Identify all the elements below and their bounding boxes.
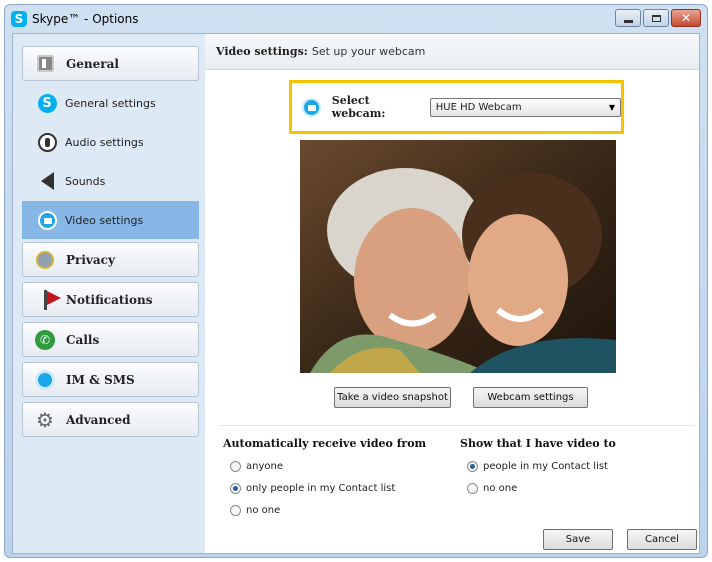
webcam-preview: [300, 140, 616, 373]
sidebar-item-label: Sounds: [65, 174, 106, 188]
radio-selected-icon: [467, 461, 478, 472]
show-video-title: Show that I have video to: [460, 437, 616, 450]
sidebar-category-label: IM & SMS: [66, 372, 135, 387]
video-icon: [37, 210, 57, 230]
caption-buttons: ✕: [615, 9, 701, 27]
sidebar-item-label: Video settings: [65, 213, 144, 227]
phone-icon: ✆: [35, 329, 55, 350]
chat-icon: [35, 369, 55, 390]
sidebar-category-notifications[interactable]: Notifications: [22, 282, 199, 317]
sidebar-category-im-sms[interactable]: IM & SMS: [22, 362, 199, 397]
radio-label: people in my Contact list: [483, 461, 608, 472]
radio-icon: [467, 483, 478, 494]
radio-icon: [230, 461, 241, 472]
sidebar-item-label: Audio settings: [65, 135, 144, 149]
webcam-settings-button[interactable]: Webcam settings: [473, 387, 588, 408]
radio-icon: [230, 505, 241, 516]
privacy-icon: [36, 250, 54, 269]
general-icon: [36, 55, 54, 72]
dialog-footer: Save Cancel: [205, 526, 699, 553]
sidebar-category-label: Notifications: [66, 292, 153, 307]
webcam-dropdown[interactable]: HUE HD Webcam ▼: [429, 97, 621, 117]
sidebar-category-label: Calls: [66, 332, 100, 347]
radio-label: no one: [246, 505, 281, 516]
sidebar-category-advanced[interactable]: ⚙ Advanced: [22, 402, 199, 437]
sidebar-category-general[interactable]: General: [22, 46, 199, 81]
receive-anyone-radio[interactable]: anyone: [230, 461, 283, 472]
chevron-down-icon: ▼: [608, 102, 615, 112]
webcam-preview-image: [300, 140, 616, 373]
radio-label: no one: [483, 483, 518, 494]
radio-label: only people in my Contact list: [246, 483, 396, 494]
sidebar-item-audio-settings[interactable]: Audio settings: [22, 123, 199, 161]
options-sidebar: General S General settings Audio setting…: [13, 34, 205, 553]
close-button[interactable]: ✕: [671, 9, 701, 27]
minimize-button[interactable]: [615, 9, 641, 27]
save-button[interactable]: Save: [543, 529, 613, 550]
flag-icon: [43, 289, 61, 310]
gear-icon: ⚙: [36, 407, 54, 432]
sidebar-item-label: General settings: [65, 96, 156, 110]
audio-icon: [37, 132, 57, 152]
panel-subtitle: Set up your webcam: [311, 45, 426, 58]
show-contacts-radio[interactable]: people in my Contact list: [467, 461, 608, 472]
section-divider: [219, 425, 695, 426]
receive-no-one-radio[interactable]: no one: [230, 505, 280, 516]
take-snapshot-button[interactable]: Take a video snapshot: [334, 387, 451, 408]
webcam-selector-highlight: Select webcam: HUE HD Webcam ▼: [289, 80, 624, 134]
radio-selected-icon: [230, 483, 241, 494]
select-webcam-label: Select webcam:: [331, 94, 386, 120]
minimize-icon: [623, 19, 633, 23]
window-client-area: General S General settings Audio setting…: [12, 33, 700, 554]
maximize-icon: [651, 14, 661, 22]
webcam-dropdown-value: HUE HD Webcam: [435, 101, 522, 113]
panel-title: Video settings:: [216, 45, 308, 58]
show-no-one-radio[interactable]: no one: [467, 483, 517, 494]
skype-logo-icon: S: [11, 11, 27, 27]
maximize-button[interactable]: [643, 9, 669, 27]
radio-label: anyone: [246, 461, 283, 472]
sidebar-category-label: Privacy: [66, 252, 115, 267]
receive-video-title: Automatically receive video from: [223, 437, 427, 450]
sidebar-category-label: Advanced: [66, 412, 131, 427]
sidebar-item-general-settings[interactable]: S General settings: [22, 84, 199, 122]
sidebar-category-calls[interactable]: ✆ Calls: [22, 322, 199, 357]
sidebar-item-video-settings[interactable]: Video settings: [22, 201, 199, 239]
options-window: S Skype™ - Options ✕ General S General s…: [4, 4, 708, 558]
sidebar-item-sounds[interactable]: Sounds: [22, 162, 199, 200]
sidebar-category-label: General: [66, 56, 119, 71]
window-title: Skype™ - Options: [32, 12, 139, 26]
cancel-button[interactable]: Cancel: [627, 529, 697, 550]
panel-header: Video settings: Set up your webcam: [205, 34, 699, 70]
webcam-icon: [302, 97, 321, 117]
skype-icon: S: [37, 93, 57, 113]
sounds-icon: [40, 172, 54, 190]
video-settings-panel: Video settings: Set up your webcam Selec…: [205, 34, 699, 553]
close-icon: ✕: [680, 11, 692, 25]
title-bar: S Skype™ - Options ✕: [5, 5, 707, 33]
receive-contacts-radio[interactable]: only people in my Contact list: [230, 483, 395, 494]
sidebar-category-privacy[interactable]: Privacy: [22, 242, 199, 277]
